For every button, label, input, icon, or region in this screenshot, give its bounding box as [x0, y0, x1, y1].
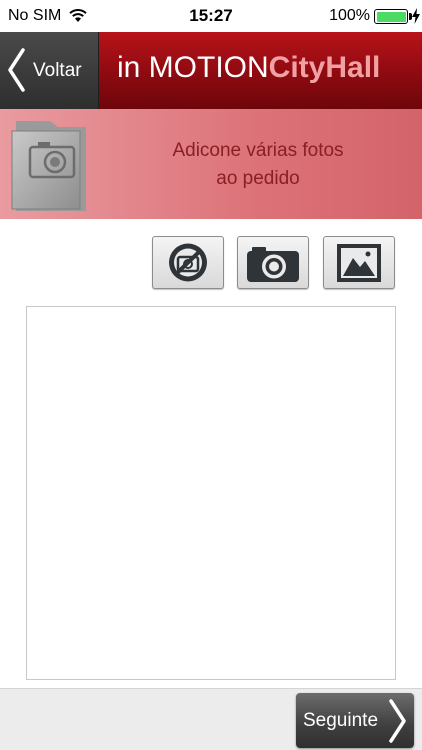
photo-preview-area	[26, 306, 396, 680]
banner-line-1: Adicone várias fotos	[172, 140, 344, 161]
battery-icon	[374, 9, 408, 24]
app-title: in MOTIONCityHall	[117, 51, 380, 85]
camera-icon	[247, 247, 299, 282]
take-photo-button[interactable]	[237, 236, 309, 289]
chevron-left-icon	[8, 48, 25, 92]
back-button-label: Voltar	[33, 60, 82, 81]
next-button[interactable]: Seguinte	[296, 693, 414, 748]
gallery-icon	[337, 244, 381, 282]
status-bar: No SIM 15:27 100%	[0, 0, 422, 32]
charging-bolt-icon	[412, 8, 420, 24]
no-photo-icon	[169, 243, 207, 282]
banner-line-2: ao pedido	[216, 168, 300, 189]
back-button[interactable]: Voltar	[0, 32, 99, 109]
next-button-label: Seguinte	[303, 710, 379, 731]
chevron-right-icon	[389, 699, 406, 743]
app-title-bold: CityHall	[268, 51, 381, 84]
photo-folder-icon	[11, 121, 86, 211]
instruction-banner: Adicone várias fotos ao pedido	[0, 109, 422, 219]
footer-bar: Seguinte	[0, 688, 422, 750]
nav-header: Voltar in MOTIONCityHall	[0, 32, 422, 109]
choose-photo-button[interactable]	[323, 236, 395, 289]
banner-text: Adicone várias fotos ao pedido	[98, 137, 418, 193]
battery-percent: 100%	[329, 7, 370, 24]
app-title-regular: in MOTION	[117, 51, 269, 84]
remove-photo-button[interactable]	[152, 236, 224, 289]
